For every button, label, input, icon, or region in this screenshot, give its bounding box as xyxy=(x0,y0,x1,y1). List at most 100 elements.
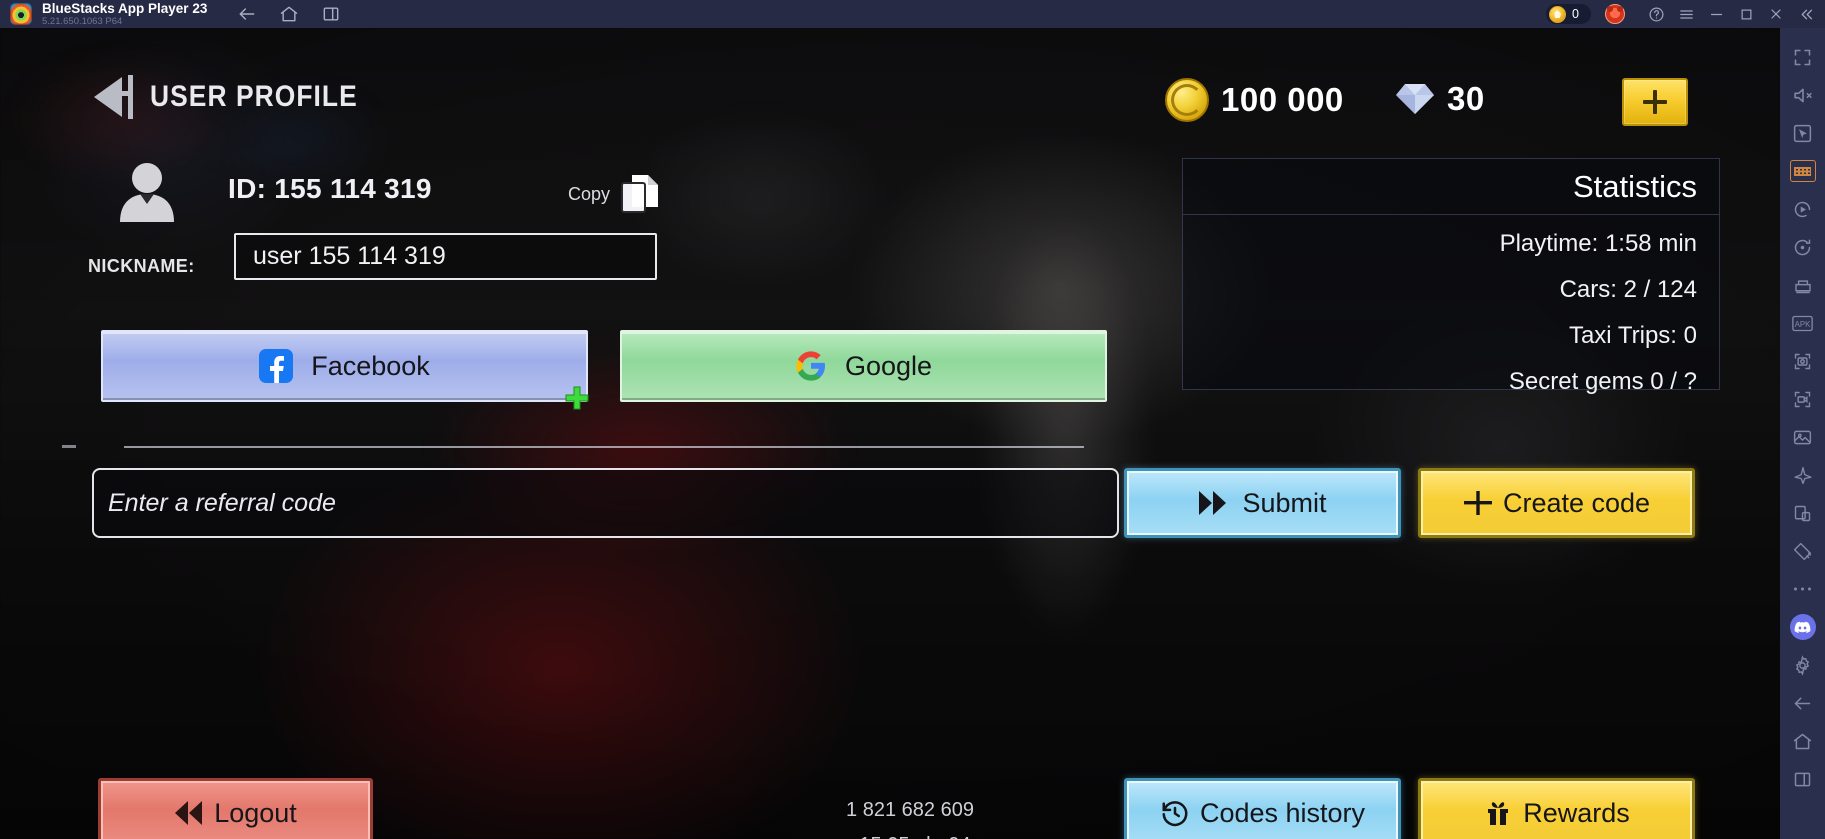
minimize-icon[interactable] xyxy=(1701,0,1731,28)
coin-icon xyxy=(1165,78,1209,122)
copy-label: Copy xyxy=(568,183,611,204)
statistics-panel: Statistics Playtime: 1:58 min Cars: 2 / … xyxy=(1182,158,1720,395)
sidebar-item-home[interactable] xyxy=(1780,722,1825,760)
multi-instance-icon xyxy=(1794,279,1811,293)
sidebar-item-discord[interactable] xyxy=(1780,608,1825,646)
build-number: 1 821 682 609 xyxy=(846,799,974,821)
collapse-icon[interactable] xyxy=(1791,0,1821,28)
sidebar-item-multi-instance[interactable] xyxy=(1780,266,1825,304)
sidebar-item-eco-mode[interactable] xyxy=(1780,456,1825,494)
copy-instance-icon xyxy=(1794,505,1811,521)
mouse-cursor-icon xyxy=(565,386,589,410)
google-icon xyxy=(796,351,825,381)
copy-id-button[interactable]: Copy xyxy=(568,173,660,215)
referral-placeholder: Enter a referral code xyxy=(108,488,336,517)
nickname-value: user 155 114 319 xyxy=(253,242,446,270)
facebook-icon xyxy=(259,349,294,383)
sidebar-item-mute[interactable] xyxy=(1780,76,1825,114)
sidebar-item-recents[interactable] xyxy=(1780,760,1825,798)
referral-code-input[interactable]: Enter a referral code xyxy=(92,468,1119,538)
gem-counter: 30 xyxy=(1395,80,1485,118)
close-icon[interactable] xyxy=(1761,0,1791,28)
bluestacks-coin-icon xyxy=(1549,5,1567,23)
more-icon xyxy=(1794,587,1811,591)
trim-icon xyxy=(1793,542,1812,560)
logout-label: Logout xyxy=(214,797,297,828)
background-vignette xyxy=(0,28,1780,839)
sidebar-item-trim[interactable] xyxy=(1780,532,1825,570)
app-title: BlueStacks App Player 23 xyxy=(42,0,208,16)
facebook-label: Facebook xyxy=(311,350,430,381)
page-title: USER PROFILE xyxy=(150,80,358,113)
copy-icon xyxy=(621,175,659,213)
create-code-button[interactable]: Create code xyxy=(1418,468,1695,538)
gift-icon xyxy=(1488,802,1509,825)
fullscreen-icon xyxy=(1794,49,1811,65)
gem-amount: 30 xyxy=(1447,80,1485,117)
back-arrow-icon[interactable] xyxy=(237,4,257,24)
build-info: 1 821 682 609 v15.05 ab: 94 xyxy=(810,793,1010,839)
sidebar-item-screenshot[interactable] xyxy=(1780,342,1825,380)
help-icon[interactable] xyxy=(1641,0,1671,28)
rewards-button[interactable]: Rewards xyxy=(1418,778,1695,839)
menu-icon[interactable] xyxy=(1671,0,1701,28)
add-currency-button[interactable] xyxy=(1622,78,1688,126)
nickname-input[interactable]: user 155 114 319 xyxy=(234,233,657,280)
nickname-label: NICKNAME: xyxy=(88,256,195,276)
user-id-text: ID: 155 114 319 xyxy=(228,173,432,204)
avatar xyxy=(120,163,174,222)
sidebar-item-record-video[interactable] xyxy=(1780,380,1825,418)
discord-icon xyxy=(1789,614,1816,640)
profile-header: USER PROFILE 100 000 30 xyxy=(0,28,1780,138)
screenshot-icon xyxy=(1794,353,1811,369)
account-avatar-icon[interactable] xyxy=(1605,4,1625,24)
record-video-icon xyxy=(1794,391,1811,407)
app-version: 5.21.650.1063 P64 xyxy=(42,15,123,27)
install-apk-icon: APK xyxy=(1792,315,1813,331)
google-login-button[interactable]: Google xyxy=(620,330,1107,402)
sidebar-item-back[interactable] xyxy=(1780,684,1825,722)
macro-icon xyxy=(1794,201,1811,217)
sidebar-item-pointer[interactable] xyxy=(1780,114,1825,152)
pointer-icon xyxy=(1793,124,1812,142)
sidebar-item-media-manager[interactable] xyxy=(1780,418,1825,456)
stat-playtime: Playtime: 1:58 min xyxy=(1499,230,1697,257)
statistics-rows: Playtime: 1:58 min Cars: 2 / 124 Taxi Tr… xyxy=(1183,215,1719,403)
titlebar-nav xyxy=(237,4,341,24)
double-chevron-right-icon xyxy=(1199,491,1227,515)
submit-label: Submit xyxy=(1242,487,1327,518)
rotate-icon xyxy=(1794,239,1811,255)
maximize-icon[interactable] xyxy=(1731,0,1761,28)
create-code-label: Create code xyxy=(1502,487,1651,518)
logout-button[interactable]: Logout xyxy=(98,778,373,839)
multi-window-icon[interactable] xyxy=(321,4,341,24)
bluestacks-logo-icon xyxy=(10,3,32,25)
back-arrow-icon xyxy=(1794,697,1811,709)
back-button[interactable] xyxy=(88,73,138,121)
history-clock-icon xyxy=(1162,801,1188,827)
home-icon[interactable] xyxy=(279,4,299,24)
home-icon xyxy=(1793,733,1812,749)
coin-amount: 100 000 xyxy=(1221,81,1344,118)
sidebar-item-more[interactable] xyxy=(1780,570,1825,608)
submit-button[interactable]: Submit xyxy=(1124,468,1401,538)
codes-history-button[interactable]: Codes history xyxy=(1124,778,1401,839)
game-viewport: USER PROFILE 100 000 30 NICKNAME: ID: 15… xyxy=(0,28,1780,839)
sidebar-item-keyboard-controls[interactable] xyxy=(1780,152,1825,190)
sidebar-item-rotate[interactable] xyxy=(1780,228,1825,266)
bluestacks-toolbar: APK xyxy=(1780,28,1825,839)
sidebar-item-macro[interactable] xyxy=(1780,190,1825,228)
section-divider xyxy=(62,445,1084,448)
plus-icon xyxy=(1463,491,1492,515)
sidebar-item-fullscreen[interactable] xyxy=(1780,38,1825,76)
sidebar-item-install-apk[interactable]: APK xyxy=(1780,304,1825,342)
media-manager-icon xyxy=(1793,430,1812,444)
bluestacks-coin-pill[interactable]: 0 xyxy=(1546,4,1591,24)
google-label: Google xyxy=(844,350,933,381)
stat-taxi-trips: Taxi Trips: 0 xyxy=(1568,322,1697,349)
sidebar-item-settings[interactable] xyxy=(1780,646,1825,684)
facebook-login-button[interactable]: Facebook xyxy=(101,330,588,402)
rewards-label: Rewards xyxy=(1523,797,1630,828)
back-arrow-icon xyxy=(94,75,133,119)
sidebar-item-copy-instance[interactable] xyxy=(1780,494,1825,532)
